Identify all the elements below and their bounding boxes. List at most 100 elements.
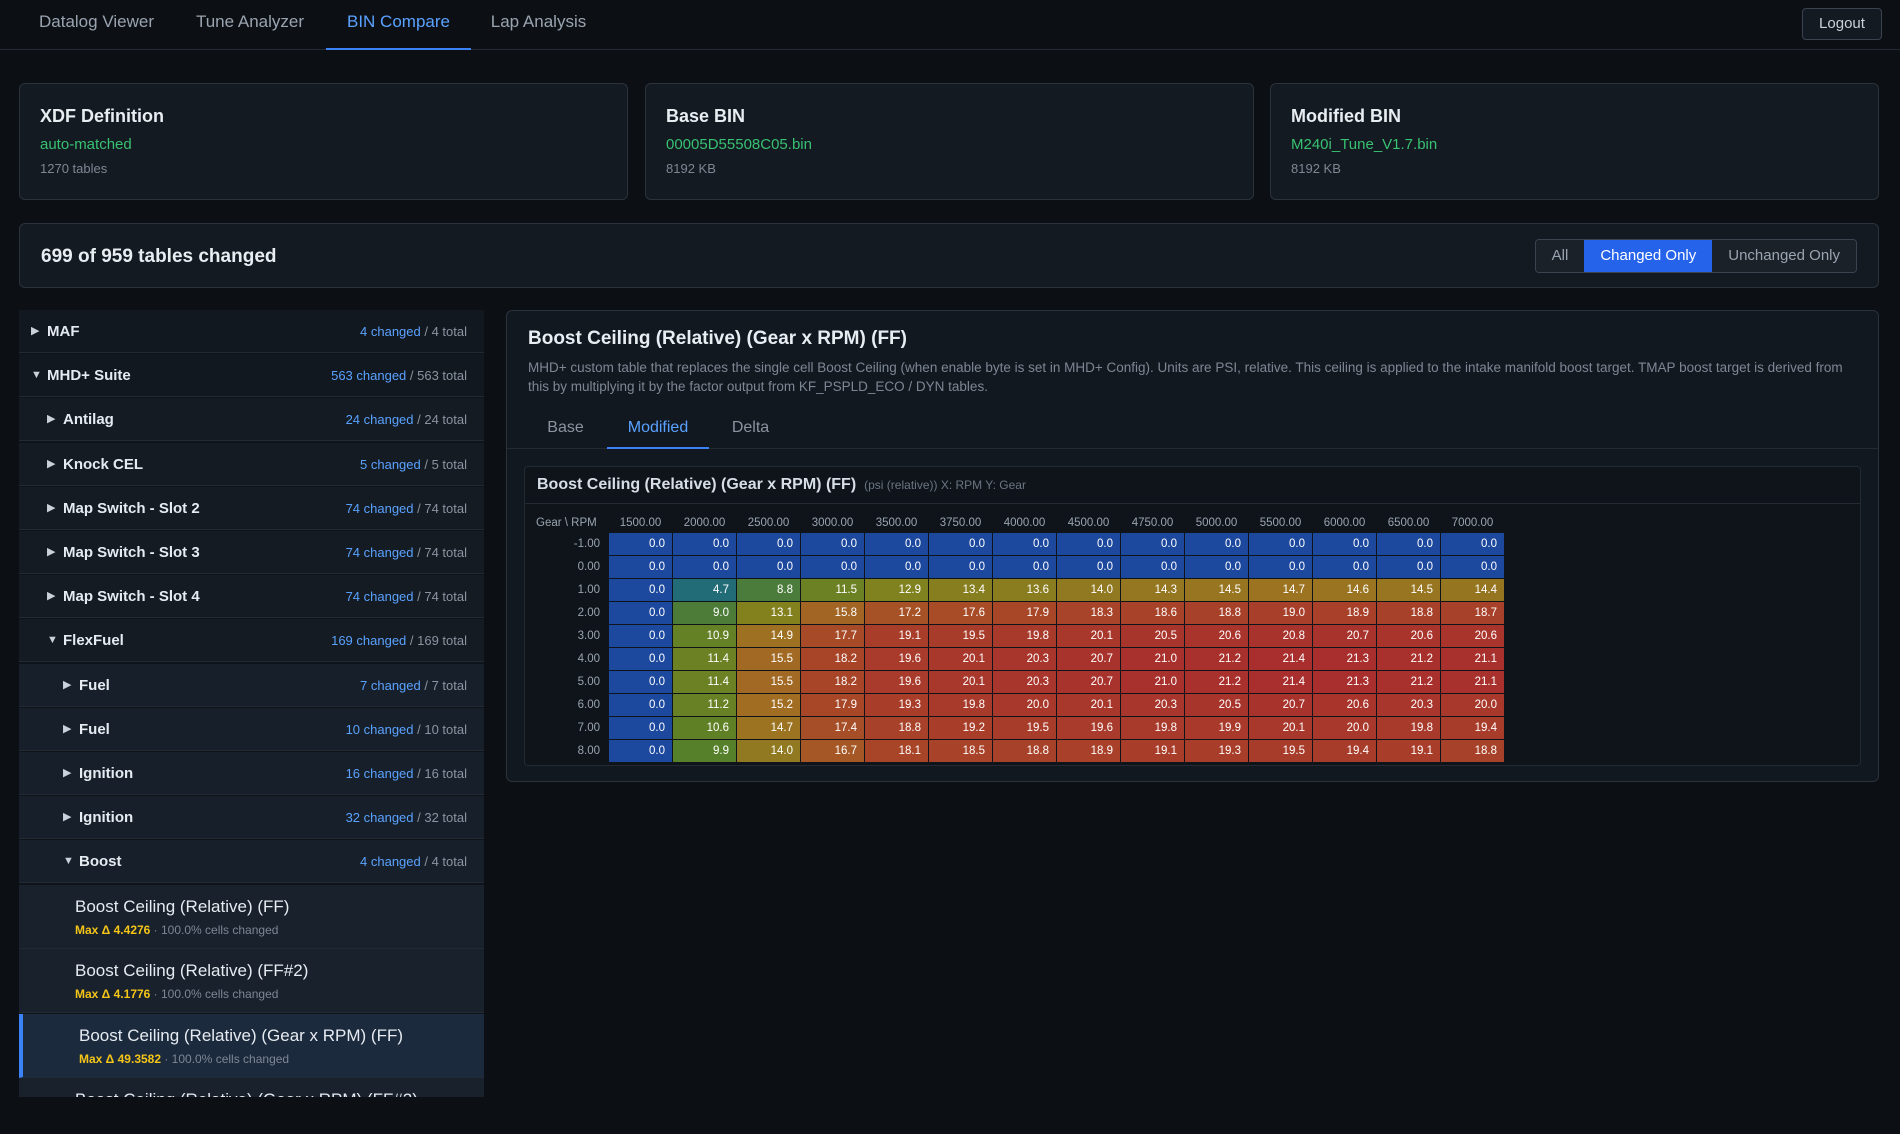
grid-cell[interactable]: 0.0: [993, 533, 1056, 555]
grid-cell[interactable]: 19.5: [929, 625, 992, 647]
grid-cell[interactable]: 21.0: [1121, 648, 1184, 670]
grid-cell[interactable]: 0.0: [609, 579, 672, 601]
grid-cell[interactable]: 13.6: [993, 579, 1056, 601]
grid-cell[interactable]: 14.0: [737, 740, 800, 762]
grid-cell[interactable]: 11.2: [673, 694, 736, 716]
caret-down-icon[interactable]: ▼: [47, 619, 58, 662]
grid-cell[interactable]: 0.0: [801, 556, 864, 578]
grid-cell[interactable]: 17.7: [801, 625, 864, 647]
grid-cell[interactable]: 19.4: [1313, 740, 1376, 762]
grid-cell[interactable]: 18.7: [1441, 602, 1504, 624]
grid-cell[interactable]: 0.0: [609, 625, 672, 647]
grid-cell[interactable]: 0.0: [609, 648, 672, 670]
grid-cell[interactable]: 20.3: [1377, 694, 1440, 716]
grid-cell[interactable]: 18.8: [865, 717, 928, 739]
grid-cell[interactable]: 14.9: [737, 625, 800, 647]
grid-cell[interactable]: 14.7: [737, 717, 800, 739]
grid-cell[interactable]: 17.9: [993, 602, 1056, 624]
grid-cell[interactable]: 0.0: [1441, 556, 1504, 578]
grid-cell[interactable]: 0.0: [609, 671, 672, 693]
grid-cell[interactable]: 14.0: [1057, 579, 1120, 601]
grid-cell[interactable]: 20.6: [1377, 625, 1440, 647]
grid-cell[interactable]: 20.6: [1441, 625, 1504, 647]
grid-cell[interactable]: 14.7: [1249, 579, 1312, 601]
grid-cell[interactable]: 19.6: [865, 671, 928, 693]
grid-cell[interactable]: 21.3: [1313, 648, 1376, 670]
grid-cell[interactable]: 18.8: [1377, 602, 1440, 624]
logout-button[interactable]: Logout: [1802, 8, 1882, 40]
table-list-item[interactable]: Boost Ceiling (Relative) (FF) Max Δ 4.427…: [19, 884, 484, 949]
tree-node[interactable]: ▼ Boost 4 changed / 4 total: [19, 840, 484, 884]
grid-cell[interactable]: 0.0: [1057, 533, 1120, 555]
grid-cell[interactable]: 18.8: [1441, 740, 1504, 762]
grid-cell[interactable]: 18.9: [1057, 740, 1120, 762]
grid-cell[interactable]: 19.8: [929, 694, 992, 716]
grid-cell[interactable]: 0.0: [737, 556, 800, 578]
tree-node[interactable]: ▶ Map Switch - Slot 3 74 changed / 74 tota…: [19, 531, 484, 574]
grid-cell[interactable]: 0.0: [1249, 556, 1312, 578]
tab-datalog-viewer[interactable]: Datalog Viewer: [30, 0, 163, 50]
grid-cell[interactable]: 20.5: [1121, 625, 1184, 647]
grid-cell[interactable]: 20.7: [1313, 625, 1376, 647]
grid-cell[interactable]: 20.6: [1185, 625, 1248, 647]
grid-cell[interactable]: 19.6: [865, 648, 928, 670]
tree-node[interactable]: ▶ Knock CEL 5 changed / 5 total: [19, 442, 484, 486]
grid-cell[interactable]: 0.0: [1057, 556, 1120, 578]
grid-cell[interactable]: 19.8: [993, 625, 1056, 647]
grid-cell[interactable]: 20.0: [1313, 717, 1376, 739]
grid-cell[interactable]: 21.1: [1441, 648, 1504, 670]
tree-node[interactable]: ▶ Fuel 10 changed / 10 total: [19, 707, 484, 751]
grid-cell[interactable]: 9.9: [673, 740, 736, 762]
grid-cell[interactable]: 19.1: [865, 625, 928, 647]
grid-cell[interactable]: 20.1: [1249, 717, 1312, 739]
grid-cell[interactable]: 0.0: [609, 556, 672, 578]
grid-cell[interactable]: 21.4: [1249, 671, 1312, 693]
grid-cell[interactable]: 0.0: [929, 556, 992, 578]
grid-cell[interactable]: 18.2: [801, 671, 864, 693]
tree-node[interactable]: ▶ Antilag 24 changed / 24 total: [19, 398, 484, 442]
grid-cell[interactable]: 20.5: [1185, 694, 1248, 716]
grid-cell[interactable]: 19.2: [929, 717, 992, 739]
grid-cell[interactable]: 0.0: [609, 533, 672, 555]
grid-cell[interactable]: 19.4: [1441, 717, 1504, 739]
tab-tune-analyzer[interactable]: Tune Analyzer: [187, 0, 313, 50]
caret-right-icon[interactable]: ▶: [47, 443, 55, 486]
grid-cell[interactable]: 18.8: [993, 740, 1056, 762]
caret-down-icon[interactable]: ▼: [31, 354, 42, 397]
grid-cell[interactable]: 0.0: [1121, 556, 1184, 578]
xdf-definition-card[interactable]: XDF Definition auto-matched 1270 tables: [19, 83, 628, 200]
grid-cell[interactable]: 21.2: [1185, 671, 1248, 693]
grid-cell[interactable]: 20.8: [1249, 625, 1312, 647]
grid-cell[interactable]: 20.7: [1249, 694, 1312, 716]
caret-down-icon[interactable]: ▼: [63, 840, 74, 883]
grid-cell[interactable]: 14.3: [1121, 579, 1184, 601]
grid-cell[interactable]: 0.0: [1441, 533, 1504, 555]
grid-cell[interactable]: 11.4: [673, 671, 736, 693]
caret-right-icon[interactable]: ▶: [63, 752, 71, 795]
grid-cell[interactable]: 20.3: [993, 648, 1056, 670]
grid-cell[interactable]: 0.0: [1377, 556, 1440, 578]
caret-right-icon[interactable]: ▶: [63, 796, 71, 839]
base-bin-card[interactable]: Base BIN 00005D55508C05.bin 8192 KB: [645, 83, 1254, 200]
grid-cell[interactable]: 11.4: [673, 648, 736, 670]
grid-cell[interactable]: 19.1: [1121, 740, 1184, 762]
grid-cell[interactable]: 18.9: [1313, 602, 1376, 624]
tree-node[interactable]: ▶ Map Switch - Slot 4 74 changed / 74 tota…: [19, 575, 484, 619]
grid-cell[interactable]: 14.5: [1377, 579, 1440, 601]
grid-cell[interactable]: 9.0: [673, 602, 736, 624]
grid-cell[interactable]: 19.1: [1377, 740, 1440, 762]
table-list-item[interactable]: Boost Ceiling (Relative) (FF#2) Max Δ 4.1…: [19, 949, 484, 1014]
grid-cell[interactable]: 19.5: [993, 717, 1056, 739]
grid-cell[interactable]: 0.0: [1313, 556, 1376, 578]
grid-cell[interactable]: 14.4: [1441, 579, 1504, 601]
grid-cell[interactable]: 19.8: [1121, 717, 1184, 739]
grid-cell[interactable]: 10.6: [673, 717, 736, 739]
grid-cell[interactable]: 0.0: [865, 533, 928, 555]
grid-cell[interactable]: 0.0: [1121, 533, 1184, 555]
tree-node[interactable]: ▼ MHD+ Suite 563 changed / 563 total: [19, 354, 484, 398]
grid-cell[interactable]: 21.1: [1441, 671, 1504, 693]
grid-cell[interactable]: 19.3: [865, 694, 928, 716]
modified-bin-card[interactable]: Modified BIN M240i_Tune_V1.7.bin 8192 KB: [1270, 83, 1879, 200]
grid-cell[interactable]: 19.9: [1185, 717, 1248, 739]
grid-cell[interactable]: 17.4: [801, 717, 864, 739]
